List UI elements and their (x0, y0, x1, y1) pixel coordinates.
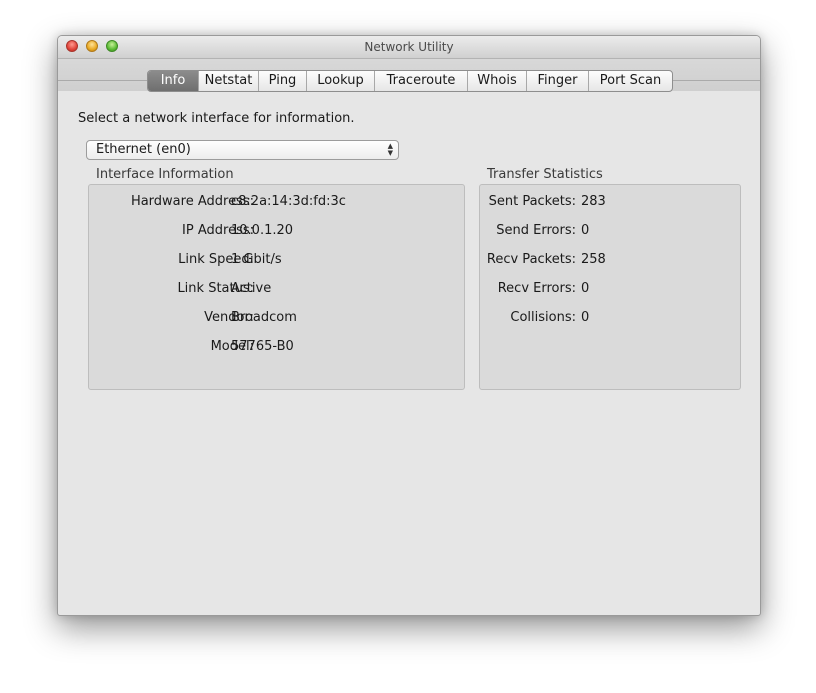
collisions-row: Collisions: 0 (479, 310, 741, 328)
minimize-button[interactable] (86, 40, 98, 52)
vendor-value: Broadcom (231, 310, 297, 325)
sent-packets-label: Sent Packets: (488, 194, 576, 209)
tab-finger[interactable]: Finger (526, 71, 588, 91)
ip-address-value: 10.0.1.20 (231, 223, 294, 238)
zoom-button[interactable] (106, 40, 118, 52)
link-status-value: Active (231, 281, 272, 296)
close-button[interactable] (66, 40, 78, 52)
collisions-value: 0 (581, 310, 590, 325)
recv-packets-row: Recv Packets: 258 (479, 252, 741, 270)
recv-errors-value: 0 (581, 281, 590, 296)
up-down-arrows-icon: ▲ ▼ (387, 142, 393, 157)
link-status-row: Link Status: Active (88, 281, 465, 299)
recv-packets-label: Recv Packets: (486, 252, 576, 267)
hardware-address-row: Hardware Address: c8:2a:14:3d:fd:3c (88, 194, 465, 212)
title-bar[interactable]: Network Utility (58, 36, 760, 59)
send-errors-row: Send Errors: 0 (479, 223, 741, 241)
tab-info[interactable]: Info (148, 71, 198, 91)
collisions-label: Collisions: (510, 310, 576, 325)
network-utility-window: Network Utility Info Netstat Ping Lookup… (57, 35, 761, 616)
tab-bar: Info Netstat Ping Lookup Traceroute Whoi… (147, 70, 673, 92)
send-errors-label: Send Errors: (496, 223, 576, 238)
link-speed-row: Link Speed: 1 Gbit/s (88, 252, 465, 270)
tab-whois[interactable]: Whois (467, 71, 526, 91)
recv-errors-row: Recv Errors: 0 (479, 281, 741, 299)
model-value: 57765-B0 (231, 339, 294, 354)
vendor-row: Vendor: Broadcom (88, 310, 465, 328)
recv-errors-label: Recv Errors: (497, 281, 576, 296)
tab-netstat[interactable]: Netstat (198, 71, 258, 91)
ip-address-row: IP Address: 10.0.1.20 (88, 223, 465, 241)
tab-lookup[interactable]: Lookup (306, 71, 374, 91)
hardware-address-value: c8:2a:14:3d:fd:3c (231, 194, 346, 209)
tab-ping[interactable]: Ping (258, 71, 306, 91)
interface-select[interactable]: Ethernet (en0) ▲ ▼ (86, 140, 399, 160)
model-row: Model: 57765-B0 (88, 339, 465, 357)
interface-prompt: Select a network interface for informati… (78, 111, 355, 126)
tab-traceroute[interactable]: Traceroute (374, 71, 467, 91)
link-speed-value: 1 Gbit/s (231, 252, 282, 267)
transfer-statistics-title: Transfer Statistics (487, 167, 603, 182)
interface-information-title: Interface Information (96, 167, 234, 182)
tab-port-scan[interactable]: Port Scan (588, 71, 672, 91)
window-title: Network Utility (364, 40, 454, 54)
recv-packets-value: 258 (581, 252, 606, 267)
interface-select-value: Ethernet (en0) (96, 142, 191, 157)
sent-packets-value: 283 (581, 194, 606, 209)
sent-packets-row: Sent Packets: 283 (479, 194, 741, 212)
send-errors-value: 0 (581, 223, 590, 238)
